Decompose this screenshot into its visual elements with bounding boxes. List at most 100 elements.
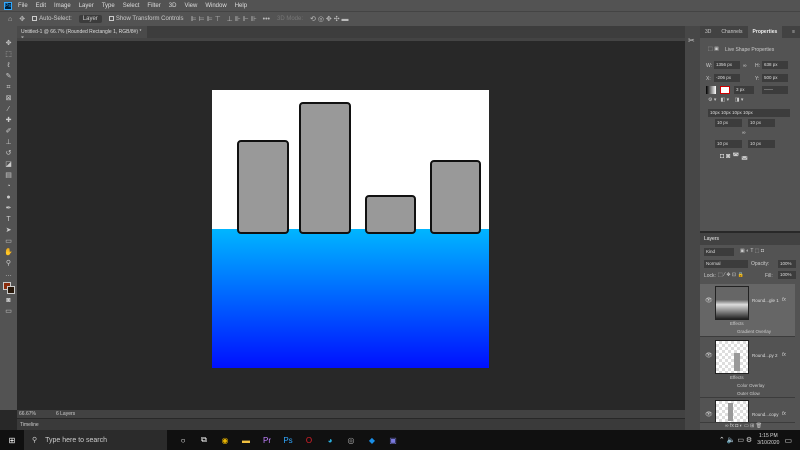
history-brush-icon[interactable]: ↺ <box>6 150 12 158</box>
quick-mask-icon[interactable]: ◙ <box>6 297 10 305</box>
zoom-level[interactable]: 66.67% <box>19 411 36 417</box>
menu-file[interactable]: File <box>18 3 28 9</box>
menu-image[interactable]: Image <box>54 3 71 9</box>
radius-top-right[interactable]: 10 px <box>748 119 775 127</box>
brush-tool-icon[interactable]: ✐ <box>6 128 12 136</box>
app-icon[interactable]: ◆ <box>362 436 382 445</box>
blur-tool-icon[interactable]: ◔ <box>6 183 10 191</box>
layer-row[interactable]: 👁 Round...copy fx <box>700 398 795 423</box>
height-field[interactable]: 638 px <box>762 61 788 69</box>
tab-channels[interactable]: Channels <box>716 26 747 38</box>
menu-help[interactable]: Help <box>235 3 247 9</box>
crop-tool-icon[interactable]: ⌗ <box>7 84 11 92</box>
stamp-tool-icon[interactable]: ⊥ <box>5 139 11 147</box>
menu-type[interactable]: Type <box>102 3 115 9</box>
photoshop-taskbar-icon[interactable]: Ps <box>278 436 298 445</box>
effect-outer-glow[interactable]: Outer Glow <box>737 391 760 396</box>
y-field[interactable]: 500 px <box>762 74 788 82</box>
show-transform-checkbox[interactable]: Show Transform Controls <box>108 15 184 22</box>
visibility-eye-icon[interactable]: 👁 <box>705 411 713 418</box>
document-canvas[interactable] <box>212 90 489 368</box>
task-view-icon[interactable]: ⧉ <box>194 435 214 445</box>
chrome-icon[interactable]: ◉ <box>215 436 235 445</box>
discord-icon[interactable]: ▣ <box>383 436 403 445</box>
zoom-tool-icon[interactable]: ⚲ <box>6 260 11 268</box>
healing-brush-icon[interactable]: ✚ <box>6 117 12 125</box>
obs-icon[interactable]: ◎ <box>341 436 361 445</box>
edge-icon[interactable]: ◕ <box>320 436 340 445</box>
cortana-icon[interactable]: ○ <box>173 436 193 445</box>
auto-select-checkbox[interactable]: Auto-Select: <box>32 15 72 22</box>
kind-filter[interactable]: Kind <box>704 248 734 256</box>
blend-mode-dropdown[interactable]: Normal <box>704 260 748 268</box>
quick-select-icon[interactable]: ✎ <box>6 73 12 81</box>
home-icon[interactable]: ⌂ <box>8 16 12 23</box>
path-operations-icons[interactable]: ◘ ◙ ◚ ◛ <box>720 152 748 160</box>
fx-icon[interactable]: fx <box>782 352 786 358</box>
lasso-tool-icon[interactable]: ℓ <box>7 62 9 70</box>
premiere-icon[interactable]: Pr <box>257 436 277 445</box>
frame-tool-icon[interactable]: ⊠ <box>6 95 12 103</box>
radius-bottom-right[interactable]: 10 px <box>748 140 775 148</box>
windows-start-icon[interactable]: ⊞ <box>2 436 22 445</box>
menu-window[interactable]: Window <box>205 3 226 9</box>
link-radii-icon[interactable]: ∞ <box>742 130 746 136</box>
document-tab[interactable]: Untitled-1 @ 66.7% (Rounded Rectangle 1,… <box>17 26 147 41</box>
menu-3d[interactable]: 3D <box>169 3 177 9</box>
tab-properties[interactable]: Properties <box>747 26 783 38</box>
stroke-swatch[interactable] <box>720 86 730 94</box>
x-field[interactable]: -206 px <box>714 74 740 82</box>
pen-tool-icon[interactable]: ✒ <box>6 205 12 213</box>
layer-actions-icons[interactable]: ∞ fx ◘ ◐ ▭ ⊞ 🗑 <box>725 423 762 429</box>
clock[interactable]: 1:15 PM 3/10/2020 <box>757 433 779 447</box>
menu-filter[interactable]: Filter <box>147 3 160 9</box>
move-tool-icon[interactable]: ✥ <box>6 40 12 48</box>
dodge-tool-icon[interactable]: ● <box>6 194 10 202</box>
shape-tool-icon[interactable]: ▭ <box>5 238 12 246</box>
link-icon[interactable]: ∞ <box>743 63 747 69</box>
fx-icon[interactable]: fx <box>782 411 786 417</box>
visibility-eye-icon[interactable]: 👁 <box>705 352 713 359</box>
layer-row[interactable]: 👁 Round...gle 1 fx Effects Gradient Over… <box>700 284 795 337</box>
menu-view[interactable]: View <box>184 3 197 9</box>
tray-icons[interactable]: ⌃ 🔈 ▭ ⚙ <box>719 436 752 444</box>
radii-field[interactable]: 10px 10px 10px 10px <box>708 109 790 117</box>
color-swatches[interactable] <box>2 282 15 294</box>
notifications-icon[interactable]: ▭ <box>784 436 792 445</box>
stroke-type-dropdown[interactable]: —— <box>762 86 788 94</box>
filter-icons[interactable]: ▣ ◐ T ⬚ ◘ <box>740 248 764 254</box>
visibility-eye-icon[interactable]: 👁 <box>705 297 713 304</box>
effect-gradient-overlay[interactable]: Gradient Overlay <box>737 329 771 334</box>
path-select-icon[interactable]: ➤ <box>6 227 12 235</box>
type-tool-icon[interactable]: T <box>6 216 10 224</box>
menu-select[interactable]: Select <box>123 3 140 9</box>
eyedropper-icon[interactable]: ⁄ <box>8 106 9 114</box>
stroke-width-field[interactable]: 3 px <box>734 86 754 94</box>
3d-tools-icons[interactable]: ⟲ ◎ ✥ ✣ ▬ <box>310 15 348 23</box>
more-tools-icon[interactable]: … <box>5 271 12 279</box>
layers-tab[interactable]: Layers <box>700 233 800 245</box>
file-explorer-icon[interactable]: ▬ <box>236 436 256 445</box>
menu-layer[interactable]: Layer <box>79 3 94 9</box>
eraser-icon[interactable]: ◪ <box>5 161 12 169</box>
panel-menu-icon[interactable]: ≡ <box>787 26 800 38</box>
layer-row[interactable]: 👁 Round...py 2 fx Effects Color Overlay … <box>700 337 795 398</box>
menu-edit[interactable]: Edit <box>36 3 46 9</box>
align-stroke-icon[interactable]: ⚙ ▾ ◧ ▾ ◨ ▾ <box>708 97 743 103</box>
gradient-tool-icon[interactable]: ▤ <box>5 172 12 180</box>
taskbar-search[interactable]: ⚲ Type here to search <box>24 430 167 450</box>
fill-field[interactable]: 100% <box>778 271 796 279</box>
timeline-tab[interactable]: Timeline <box>20 422 39 428</box>
opera-icon[interactable]: O <box>299 436 319 445</box>
tab-3d[interactable]: 3D <box>700 26 716 38</box>
effect-color-overlay[interactable]: Color Overlay <box>737 383 765 388</box>
fx-icon[interactable]: fx <box>782 297 786 303</box>
lock-icons[interactable]: ⬚ ⁄ ✥ ⊡ 🔒 <box>718 272 744 278</box>
width-field[interactable]: 1356 px <box>714 61 740 69</box>
opacity-field[interactable]: 100% <box>778 260 796 268</box>
tools-icon[interactable]: ✂ <box>688 36 695 45</box>
screen-mode-icon[interactable]: ▭ <box>5 308 12 316</box>
align-icons[interactable]: ⊫ ⊨ ⊫ ⊤ ⊥ ⊪ ⊩ ⊪ ••• <box>191 15 270 23</box>
move-tool-icon[interactable]: ✥ <box>19 15 25 23</box>
hand-tool-icon[interactable]: ✋ <box>4 249 13 257</box>
